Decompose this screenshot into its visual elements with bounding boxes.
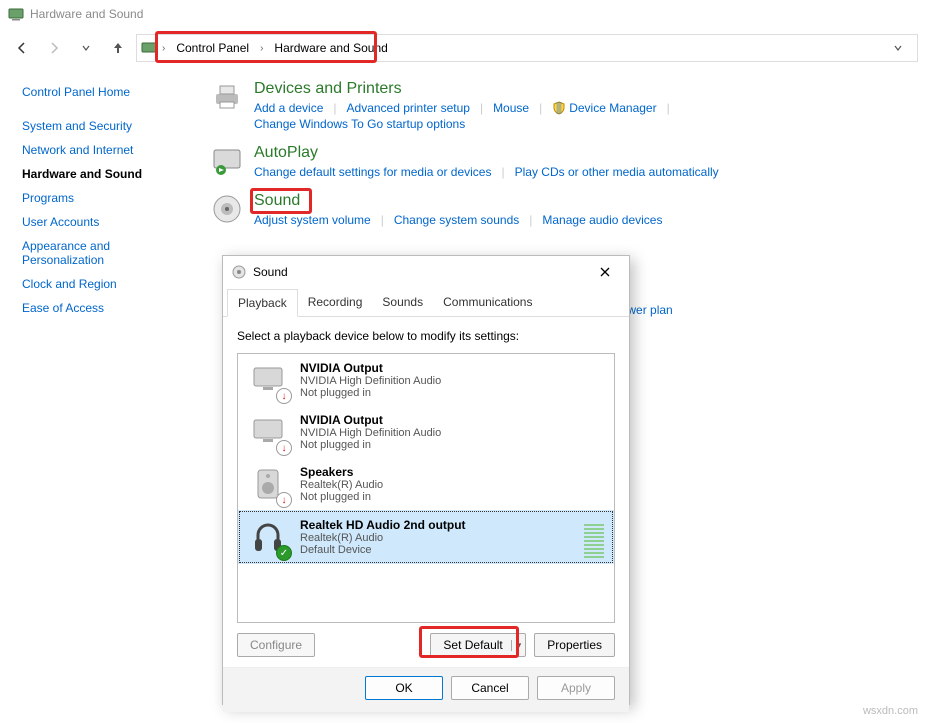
control-panel-icon	[8, 6, 24, 22]
category-devices[interactable]: Devices and Printers	[254, 80, 402, 98]
device-desc: NVIDIA High Definition Audio	[300, 375, 441, 387]
tab-playback[interactable]: Playback	[227, 289, 298, 317]
highlight-set-default	[419, 626, 519, 658]
nav-toolbar: › Control Panel › Hardware and Sound	[0, 28, 926, 68]
task-audio-devices[interactable]: Manage audio devices	[542, 212, 662, 228]
default-badge-icon: ✓	[276, 545, 292, 561]
device-name: NVIDIA Output	[300, 413, 441, 427]
monitor-icon: ↓	[248, 412, 288, 452]
dialog-titlebar: Sound	[223, 256, 629, 288]
sound-dialog: Sound Playback Recording Sounds Communic…	[222, 255, 630, 705]
autoplay-icon	[210, 144, 244, 178]
sidebar-item-ease[interactable]: Ease of Access	[22, 296, 190, 320]
unplugged-badge-icon: ↓	[276, 492, 292, 508]
device-name: Speakers	[300, 465, 383, 479]
dialog-tabs: Playback Recording Sounds Communications	[223, 288, 629, 317]
headphones-icon: ✓	[248, 517, 288, 557]
device-status: Not plugged in	[300, 439, 441, 451]
device-name: Realtek HD Audio 2nd output	[300, 518, 466, 532]
back-button[interactable]	[8, 34, 36, 62]
level-meter	[584, 516, 604, 558]
device-item[interactable]: ↓ NVIDIA OutputNVIDIA High Definition Au…	[238, 406, 614, 458]
sidebar-item-system[interactable]: System and Security	[22, 114, 190, 138]
sidebar-item-clock[interactable]: Clock and Region	[22, 272, 190, 296]
device-item[interactable]: ↓ SpeakersRealtek(R) AudioNot plugged in	[238, 458, 614, 510]
tab-recording[interactable]: Recording	[298, 289, 373, 317]
dialog-instruction: Select a playback device below to modify…	[237, 329, 615, 343]
monitor-icon: ↓	[248, 360, 288, 400]
task-add-device[interactable]: Add a device	[254, 100, 323, 116]
sidebar-item-home[interactable]: Control Panel Home	[22, 80, 190, 104]
shield-icon	[552, 101, 566, 115]
highlight-breadcrumb	[155, 31, 377, 63]
sound-icon	[210, 192, 244, 226]
device-status: Default Device	[300, 544, 466, 556]
unplugged-badge-icon: ↓	[276, 440, 292, 456]
device-desc: Realtek(R) Audio	[300, 479, 383, 491]
unplugged-badge-icon: ↓	[276, 388, 292, 404]
address-dropdown[interactable]	[893, 43, 913, 53]
task-device-manager[interactable]: Device Manager	[569, 100, 656, 116]
watermark: wsxdn.com	[863, 705, 918, 717]
sidebar-item-users[interactable]: User Accounts	[22, 210, 190, 234]
task-system-sounds[interactable]: Change system sounds	[394, 212, 519, 228]
device-name: NVIDIA Output	[300, 361, 441, 375]
device-desc: Realtek(R) Audio	[300, 532, 466, 544]
speaker-icon: ↓	[248, 464, 288, 504]
printer-icon	[210, 80, 244, 114]
category-autoplay[interactable]: AutoPlay	[254, 144, 318, 162]
task-volume[interactable]: Adjust system volume	[254, 212, 371, 228]
sidebar-item-appearance[interactable]: Appearance and Personalization	[22, 234, 190, 272]
dialog-title: Sound	[253, 265, 288, 279]
device-item-selected[interactable]: ✓ Realtek HD Audio 2nd outputRealtek(R) …	[238, 510, 614, 564]
recent-dropdown[interactable]	[72, 34, 100, 62]
up-button[interactable]	[104, 34, 132, 62]
task-printer-setup[interactable]: Advanced printer setup	[347, 100, 470, 116]
configure-button[interactable]: Configure	[237, 633, 315, 657]
task-play-cds[interactable]: Play CDs or other media automatically	[515, 164, 719, 180]
device-status: Not plugged in	[300, 491, 383, 503]
properties-button[interactable]: Properties	[534, 633, 615, 657]
tab-communications[interactable]: Communications	[433, 289, 542, 317]
task-autoplay-defaults[interactable]: Change default settings for media or dev…	[254, 164, 491, 180]
sound-dialog-icon	[231, 264, 247, 280]
window-title: Hardware and Sound	[30, 7, 143, 21]
window-titlebar: Hardware and Sound	[0, 0, 926, 28]
ok-button[interactable]: OK	[365, 676, 443, 700]
task-windows-to-go[interactable]: Change Windows To Go startup options	[254, 116, 465, 132]
sidebar: Control Panel Home System and Security N…	[0, 80, 190, 320]
highlight-sound	[250, 188, 312, 214]
close-button[interactable]	[589, 258, 621, 286]
device-item[interactable]: ↓ NVIDIA OutputNVIDIA High Definition Au…	[238, 354, 614, 406]
cancel-button[interactable]: Cancel	[451, 676, 529, 700]
device-list[interactable]: ↓ NVIDIA OutputNVIDIA High Definition Au…	[237, 353, 615, 623]
sidebar-item-hardware[interactable]: Hardware and Sound	[22, 162, 190, 186]
apply-button[interactable]: Apply	[537, 676, 615, 700]
task-mouse[interactable]: Mouse	[493, 100, 529, 116]
device-status: Not plugged in	[300, 387, 441, 399]
address-bar[interactable]: › Control Panel › Hardware and Sound	[136, 34, 918, 62]
sidebar-item-network[interactable]: Network and Internet	[22, 138, 190, 162]
forward-button[interactable]	[40, 34, 68, 62]
sidebar-item-programs[interactable]: Programs	[22, 186, 190, 210]
device-desc: NVIDIA High Definition Audio	[300, 427, 441, 439]
tab-sounds[interactable]: Sounds	[372, 289, 433, 317]
